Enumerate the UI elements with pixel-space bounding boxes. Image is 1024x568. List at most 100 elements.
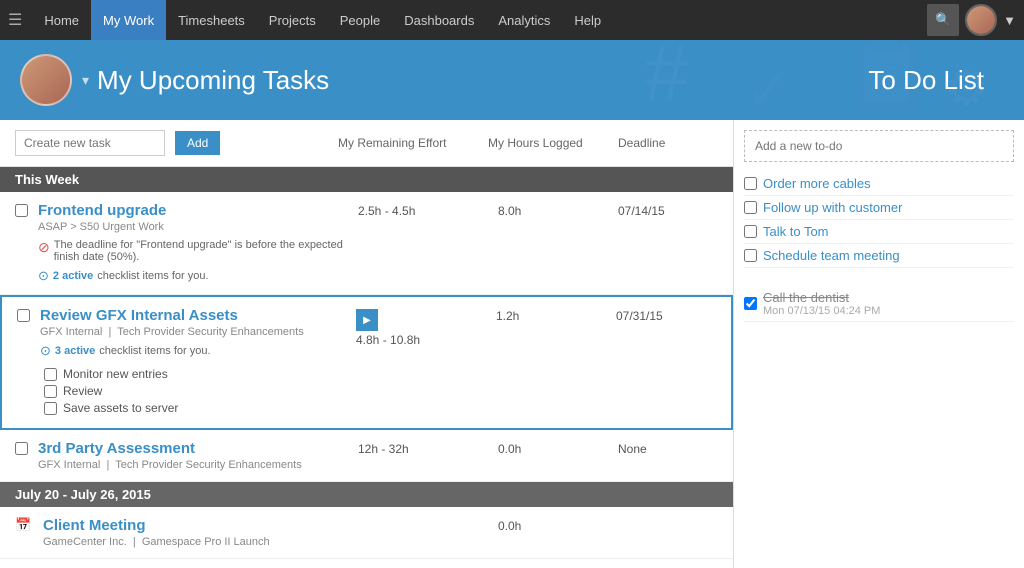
todo-item: Talk to Tom: [744, 220, 1014, 244]
task-effort-client-meeting: [358, 517, 498, 519]
task-title-gfx[interactable]: Review GFX Internal Assets: [40, 307, 238, 324]
task-deadline-gfx: 07/31/15: [616, 307, 716, 323]
task-title-3rdparty[interactable]: 3rd Party Assessment: [38, 440, 195, 457]
create-task-input[interactable]: [15, 130, 165, 156]
task-deadline-3rdparty: None: [618, 440, 718, 456]
task-effort-gfx: 4.8h - 10.8h: [356, 333, 420, 347]
todo-items-list: Order more cables Follow up with custome…: [734, 172, 1024, 268]
todo-item-completed: Call the dentist Mon 07/13/15 04:24 PM: [744, 286, 1014, 322]
checklist-label-frontend: checklist items for you.: [97, 270, 208, 282]
checklist-info-frontend: ⊙ 2 active checklist items for you.: [38, 268, 358, 284]
checklist-checkbox-monitor[interactable]: [44, 368, 57, 381]
todo-panel-title: To Do List: [868, 65, 984, 96]
task-row-3rdparty: 3rd Party Assessment GFX Internal | Tech…: [0, 430, 733, 482]
task-info-3rdparty: 3rd Party Assessment GFX Internal | Tech…: [38, 440, 358, 471]
todo-item: Follow up with customer: [744, 196, 1014, 220]
nav-projects[interactable]: Projects: [257, 0, 328, 40]
task-info-frontend: Frontend upgrade ASAP > S50 Urgent Work …: [38, 202, 358, 284]
nav-dashboards[interactable]: Dashboards: [392, 0, 486, 40]
col-header-effort: My Remaining Effort: [338, 136, 478, 150]
todo-panel: Order more cables Follow up with custome…: [734, 120, 1024, 568]
checklist-info-gfx: ⊙ 3 active checklist items for you.: [40, 343, 356, 359]
svg-text:✓: ✓: [744, 56, 794, 120]
nav-people[interactable]: People: [328, 0, 392, 40]
calendar-icon-client: 📅: [15, 517, 33, 533]
task-row-gfx: Review GFX Internal Assets GFX Internal …: [0, 295, 733, 430]
todo-checkbox-followup[interactable]: [744, 201, 757, 214]
main-content: Add My Remaining Effort My Hours Logged …: [0, 120, 1024, 568]
task-warning-frontend: ⊘ The deadline for "Frontend upgrade" is…: [38, 239, 358, 263]
task-hours-client-meeting: 0.0h: [498, 517, 618, 533]
task-title-frontend[interactable]: Frontend upgrade: [38, 202, 166, 219]
task-subtitle-frontend: ASAP > S50 Urgent Work: [38, 221, 358, 233]
task-checkbox-frontend[interactable]: [15, 204, 28, 217]
todo-label-schedule[interactable]: Schedule team meeting: [763, 248, 900, 263]
todo-completed-section: Call the dentist Mon 07/13/15 04:24 PM: [734, 280, 1024, 328]
todo-label-cables[interactable]: Order more cables: [763, 176, 871, 191]
col-header-hours: My Hours Logged: [488, 136, 608, 150]
nav-my-work[interactable]: My Work: [91, 0, 166, 40]
task-title-client-meeting[interactable]: Client Meeting: [43, 517, 146, 534]
todo-item: Schedule team meeting: [744, 244, 1014, 268]
checklist-count-frontend: 2 active: [53, 270, 93, 282]
task-deadline-client-meeting: [618, 517, 718, 519]
task-info-gfx: Review GFX Internal Assets GFX Internal …: [40, 307, 356, 418]
user-avatar-header: [20, 54, 72, 106]
checklist-checkbox-review[interactable]: [44, 385, 57, 398]
checklist-label-gfx: checklist items for you.: [99, 345, 210, 357]
nav-analytics[interactable]: Analytics: [486, 0, 562, 40]
warning-icon: ⊘: [38, 239, 50, 256]
checklist-item: Monitor new entries: [44, 367, 356, 381]
week-header-july: July 20 - July 26, 2015: [0, 482, 733, 507]
todo-item: Order more cables: [744, 172, 1014, 196]
week-header-this-week: This Week: [0, 167, 733, 192]
task-effort-3rdparty: 12h - 32h: [358, 440, 498, 456]
task-subtitle-client-meeting: GameCenter Inc. | Gamespace Pro II Launc…: [43, 536, 358, 548]
nav-help[interactable]: Help: [562, 0, 613, 40]
task-area: Add My Remaining Effort My Hours Logged …: [0, 120, 734, 568]
checklist-item-label-save: Save assets to server: [63, 401, 178, 415]
checklist-item-label-review: Review: [63, 384, 102, 398]
checklist-count-gfx: 3 active: [55, 345, 95, 357]
checklist-checkbox-save[interactable]: [44, 402, 57, 415]
search-button[interactable]: 🔍: [927, 4, 959, 36]
checklist-items-gfx: Monitor new entries Review Save assets t…: [40, 367, 356, 415]
nav-timesheets[interactable]: Timesheets: [166, 0, 257, 40]
todo-completed-time-dentist: Mon 07/13/15 04:24 PM: [763, 305, 880, 317]
nav-home[interactable]: Home: [32, 0, 91, 40]
checklist-icon-frontend: ⊙: [38, 268, 49, 284]
checklist-icon-gfx: ⊙: [40, 343, 51, 359]
add-task-button[interactable]: Add: [175, 131, 220, 155]
header-dropdown-arrow[interactable]: ▾: [82, 72, 89, 89]
todo-checkbox-schedule[interactable]: [744, 249, 757, 262]
todo-label-talktotom[interactable]: Talk to Tom: [763, 224, 829, 239]
col-header-deadline: Deadline: [618, 136, 718, 150]
todo-checkbox-cables[interactable]: [744, 177, 757, 190]
user-menu-arrow[interactable]: ▼: [1003, 13, 1016, 28]
task-info-client-meeting: Client Meeting GameCenter Inc. | Gamespa…: [43, 517, 358, 548]
task-effort-frontend: 2.5h - 4.5h: [358, 202, 498, 218]
checklist-item-label-monitor: Monitor new entries: [63, 367, 168, 381]
todo-label-dentist[interactable]: Call the dentist: [763, 290, 849, 305]
todo-label-followup[interactable]: Follow up with customer: [763, 200, 902, 215]
timer-button-gfx[interactable]: ▶: [356, 309, 378, 331]
checklist-item: Save assets to server: [44, 401, 356, 415]
svg-text:#: #: [644, 40, 689, 117]
task-row: Frontend upgrade ASAP > S50 Urgent Work …: [0, 192, 733, 295]
todo-checkbox-talktotom[interactable]: [744, 225, 757, 238]
user-avatar-nav[interactable]: [965, 4, 997, 36]
task-subtitle-gfx: GFX Internal | Tech Provider Security En…: [40, 326, 356, 338]
task-checkbox-gfx[interactable]: [17, 309, 30, 322]
todo-add-input[interactable]: [744, 130, 1014, 162]
task-hours-3rdparty: 0.0h: [498, 440, 618, 456]
hamburger-icon[interactable]: ☰: [8, 10, 22, 30]
warning-text-frontend: The deadline for "Frontend upgrade" is b…: [54, 239, 358, 263]
task-checkbox-3rdparty[interactable]: [15, 442, 28, 455]
todo-checkbox-dentist[interactable]: [744, 297, 757, 310]
task-toolbar: Add My Remaining Effort My Hours Logged …: [0, 120, 733, 167]
page-title: My Upcoming Tasks: [97, 65, 329, 96]
task-row-client-meeting: 📅 Client Meeting GameCenter Inc. | Games…: [0, 507, 733, 559]
navbar: ☰ Home My Work Timesheets Projects Peopl…: [0, 0, 1024, 40]
task-subtitle-3rdparty: GFX Internal | Tech Provider Security En…: [38, 459, 358, 471]
task-effort-gfx-wrapper: ▶ 4.8h - 10.8h: [356, 307, 496, 347]
